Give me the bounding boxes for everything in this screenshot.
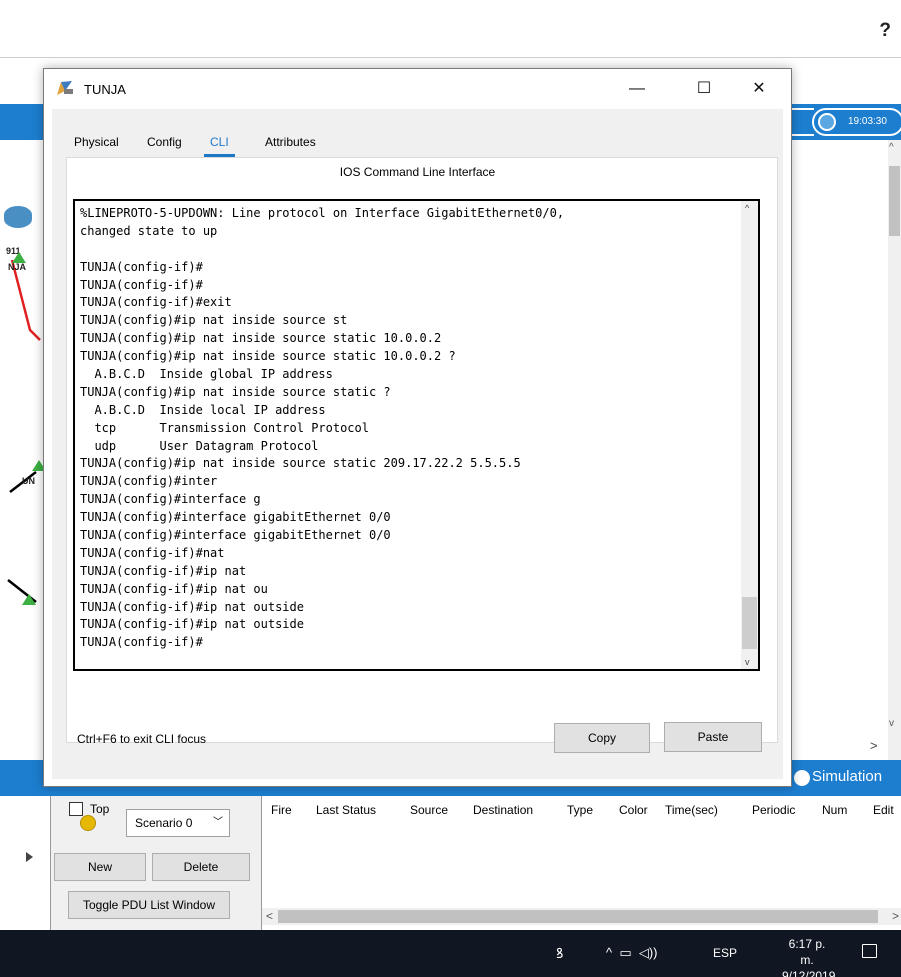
simulation-mode-tab[interactable]: Simulation bbox=[812, 768, 882, 785]
toggle-pdu-list-button[interactable]: Toggle PDU List Window bbox=[68, 891, 230, 919]
column-header-periodic[interactable]: Periodic bbox=[752, 803, 795, 817]
copy-button[interactable]: Copy bbox=[554, 723, 650, 753]
window-title: TUNJA bbox=[84, 82, 126, 97]
tab-attributes[interactable]: Attributes bbox=[257, 129, 324, 157]
cli-line bbox=[80, 241, 730, 259]
help-icon[interactable]: ? bbox=[879, 20, 891, 42]
cli-line: TUNJA(config-if)#ip nat outside bbox=[80, 617, 304, 632]
cli-line: TUNJA(config)#ip nat inside source stati… bbox=[80, 456, 521, 471]
close-button[interactable]: ✕ bbox=[744, 75, 774, 103]
scenario-select[interactable]: Scenario 0 ﹀ bbox=[126, 809, 230, 837]
people-icon[interactable]: ꝸ bbox=[556, 944, 563, 963]
delete-scenario-button[interactable]: Delete bbox=[152, 853, 250, 881]
tab-config[interactable]: Config bbox=[139, 129, 190, 157]
cli-console[interactable]: %LINEPROTO-5-UPDOWN: Line protocol on In… bbox=[73, 199, 760, 671]
cli-line: TUNJA(config)#interface gigabitEthernet … bbox=[80, 510, 391, 525]
link-red bbox=[10, 259, 41, 341]
panel-title: IOS Command Line Interface bbox=[339, 165, 496, 179]
cli-line: udp User Datagram Protocol bbox=[80, 438, 319, 453]
cli-line: TUNJA(config)#interface gigabitEthernet … bbox=[80, 528, 391, 543]
taskbar-clock[interactable]: 6:17 p. m. 9/12/2019 bbox=[782, 936, 836, 977]
column-header-fire[interactable]: Fire bbox=[271, 803, 292, 817]
tab-cli[interactable]: CLI bbox=[202, 129, 237, 157]
cli-line: TUNJA(config)#ip nat inside source stati… bbox=[80, 384, 391, 399]
chevron-up-icon[interactable]: ^ bbox=[889, 142, 894, 153]
cli-output: %LINEPROTO-5-UPDOWN: Line protocol on In… bbox=[80, 205, 730, 652]
simulation-icon bbox=[794, 770, 810, 786]
tab-physical[interactable]: Physical bbox=[66, 129, 127, 157]
cli-line: tcp Transmission Control Protocol bbox=[80, 420, 369, 435]
cli-line: TUNJA(config-if)#exit bbox=[80, 295, 232, 310]
column-header-destination[interactable]: Destination bbox=[473, 803, 533, 817]
cli-line: TUNJA(config-if)#nat bbox=[80, 545, 225, 560]
chevron-left-icon[interactable]: < bbox=[266, 909, 273, 923]
column-header-color[interactable]: Color bbox=[619, 803, 648, 817]
taskbar-date: 9/12/2019 bbox=[782, 969, 836, 977]
scenario-info-icon[interactable] bbox=[80, 815, 96, 831]
notification-icon[interactable] bbox=[862, 944, 877, 958]
router-icon[interactable] bbox=[4, 206, 32, 228]
maximize-button[interactable]: ☐ bbox=[689, 75, 719, 103]
play-icon[interactable] bbox=[26, 852, 33, 862]
link-status-up-icon bbox=[12, 252, 26, 263]
system-tray-icons[interactable]: ^ ▭ ◁)) bbox=[606, 945, 658, 961]
window-titlebar[interactable]: TUNJA — ☐ ✕ bbox=[44, 69, 791, 109]
cli-line: TUNJA(config)#inter bbox=[80, 474, 218, 489]
cli-line: %LINEPROTO-5-UPDOWN: Line protocol on In… bbox=[80, 206, 565, 220]
cli-focus-hint: Ctrl+F6 to exit CLI focus bbox=[77, 732, 207, 746]
cli-line: A.B.C.D Inside local IP address bbox=[80, 402, 326, 417]
node-label-2: NJA bbox=[8, 262, 27, 272]
cli-line: TUNJA(config)#ip nat inside source stati… bbox=[80, 349, 456, 364]
window-content: Physical Config CLI Attributes IOS Comma… bbox=[52, 109, 783, 816]
minimize-button[interactable]: — bbox=[622, 75, 652, 103]
device-icon bbox=[57, 81, 73, 95]
paste-button[interactable]: Paste bbox=[664, 722, 762, 752]
cli-line: changed state to up bbox=[80, 223, 218, 238]
link-status-up-icon bbox=[22, 594, 36, 605]
device-window: TUNJA — ☐ ✕ Physical Config CLI Attribut… bbox=[43, 68, 792, 816]
column-header-source[interactable]: Source bbox=[410, 803, 448, 817]
globe-icon bbox=[818, 113, 836, 131]
column-header-edit[interactable]: Edit bbox=[873, 803, 894, 817]
cli-line: TUNJA(config-if)#ip nat ou bbox=[80, 581, 268, 596]
cli-scrollbar[interactable]: ^ v bbox=[741, 201, 758, 669]
chevron-right-icon[interactable]: > bbox=[892, 909, 899, 923]
cli-line: A.B.C.D Inside global IP address bbox=[80, 367, 333, 382]
chevron-down-icon[interactable]: v bbox=[745, 657, 750, 667]
chevron-up-icon[interactable]: ^ bbox=[745, 203, 749, 213]
pdu-horizontal-scrollbar[interactable]: < > bbox=[262, 908, 901, 925]
top-checkbox-label: Top bbox=[90, 802, 110, 816]
top-toolbar bbox=[0, 0, 901, 58]
language-indicator[interactable]: ESP bbox=[713, 946, 737, 960]
column-header-time[interactable]: Time(sec) bbox=[665, 803, 718, 817]
taskbar-time: 6:17 p. m. bbox=[788, 937, 826, 967]
column-header-type[interactable]: Type bbox=[567, 803, 593, 817]
workspace-vertical-scrollbar[interactable] bbox=[888, 140, 901, 760]
cli-line: TUNJA(config)#ip nat inside source stati… bbox=[80, 331, 442, 346]
cli-line: TUNJA(config)#ip nat inside source st bbox=[80, 313, 348, 328]
top-checkbox[interactable] bbox=[69, 802, 83, 816]
cli-line: TUNJA(config-if)# bbox=[80, 277, 203, 292]
new-scenario-button[interactable]: New bbox=[54, 853, 146, 881]
cli-line: TUNJA(config-if)#ip nat bbox=[80, 563, 247, 578]
chevron-down-icon: ﹀ bbox=[213, 817, 223, 828]
windows-taskbar bbox=[0, 930, 901, 977]
cli-scroll-thumb[interactable] bbox=[742, 597, 757, 649]
scenario-select-value: Scenario 0 bbox=[135, 816, 193, 830]
chevron-down-icon[interactable]: v bbox=[889, 718, 894, 729]
cli-line: TUNJA(config-if)# bbox=[80, 259, 203, 274]
cli-line: TUNJA(config)#interface g bbox=[80, 492, 261, 507]
cli-line: TUNJA(config-if)#ip nat outside bbox=[80, 599, 304, 614]
column-header-last-status[interactable]: Last Status bbox=[316, 803, 376, 817]
node-label-3: UN bbox=[22, 476, 35, 486]
column-header-num[interactable]: Num bbox=[822, 803, 847, 817]
chevron-right-icon[interactable]: > bbox=[870, 738, 878, 753]
cli-line: TUNJA(config-if)# bbox=[80, 635, 203, 650]
